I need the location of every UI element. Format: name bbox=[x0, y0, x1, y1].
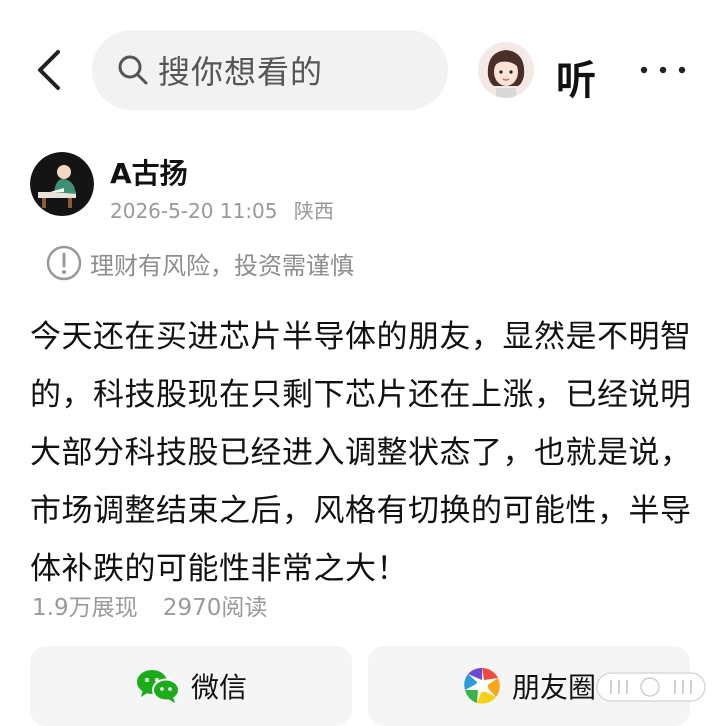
author-name[interactable]: A古扬 bbox=[110, 152, 188, 192]
warning-circle-icon bbox=[46, 245, 82, 281]
listen-button[interactable]: 听 bbox=[556, 48, 596, 106]
more-button[interactable] bbox=[638, 60, 688, 80]
risk-notice-text: 理财有风险，投资需谨慎 bbox=[90, 251, 354, 280]
search-icon bbox=[118, 55, 148, 85]
post-meta: 2026-5-20 11:05 陕西 bbox=[110, 195, 344, 224]
listen-avatar[interactable] bbox=[478, 42, 534, 98]
more-dots-icon bbox=[640, 66, 686, 74]
share-wechat-label: 微信 bbox=[190, 671, 247, 704]
post-location: 陕西 bbox=[293, 199, 334, 223]
toggle-overlay[interactable] bbox=[596, 672, 706, 702]
top-bar: 搜你想看的 听 bbox=[0, 0, 720, 140]
post-content: 今天还在买进芯片半导体的朋友，显然是不明智的，科技股现在只剩下芯片还在上涨，已经… bbox=[30, 319, 692, 587]
wechat-icon bbox=[136, 670, 180, 703]
share-moments-label: 朋友圈 bbox=[511, 671, 596, 704]
moments-aperture-icon bbox=[463, 667, 500, 704]
risk-notice: 理财有风险，投资需谨慎 bbox=[46, 245, 354, 281]
back-button[interactable] bbox=[30, 46, 70, 94]
post-stats: 1.9万展现 2970阅读 bbox=[32, 588, 285, 622]
toggle-icon bbox=[596, 672, 706, 702]
avatar-girl-icon bbox=[478, 42, 534, 98]
post-datetime: 2026-5-20 11:05 bbox=[110, 199, 278, 223]
share-wechat-button[interactable]: 微信 bbox=[30, 646, 352, 726]
search-placeholder: 搜你想看的 bbox=[158, 53, 324, 91]
author-avatar[interactable] bbox=[30, 152, 94, 216]
chevron-left-icon bbox=[38, 50, 60, 90]
impressions-count: 1.9万展现 bbox=[32, 595, 138, 621]
avatar-scholar-icon bbox=[30, 152, 94, 216]
search-input[interactable]: 搜你想看的 bbox=[92, 30, 448, 110]
reads-count: 2970阅读 bbox=[162, 595, 268, 621]
